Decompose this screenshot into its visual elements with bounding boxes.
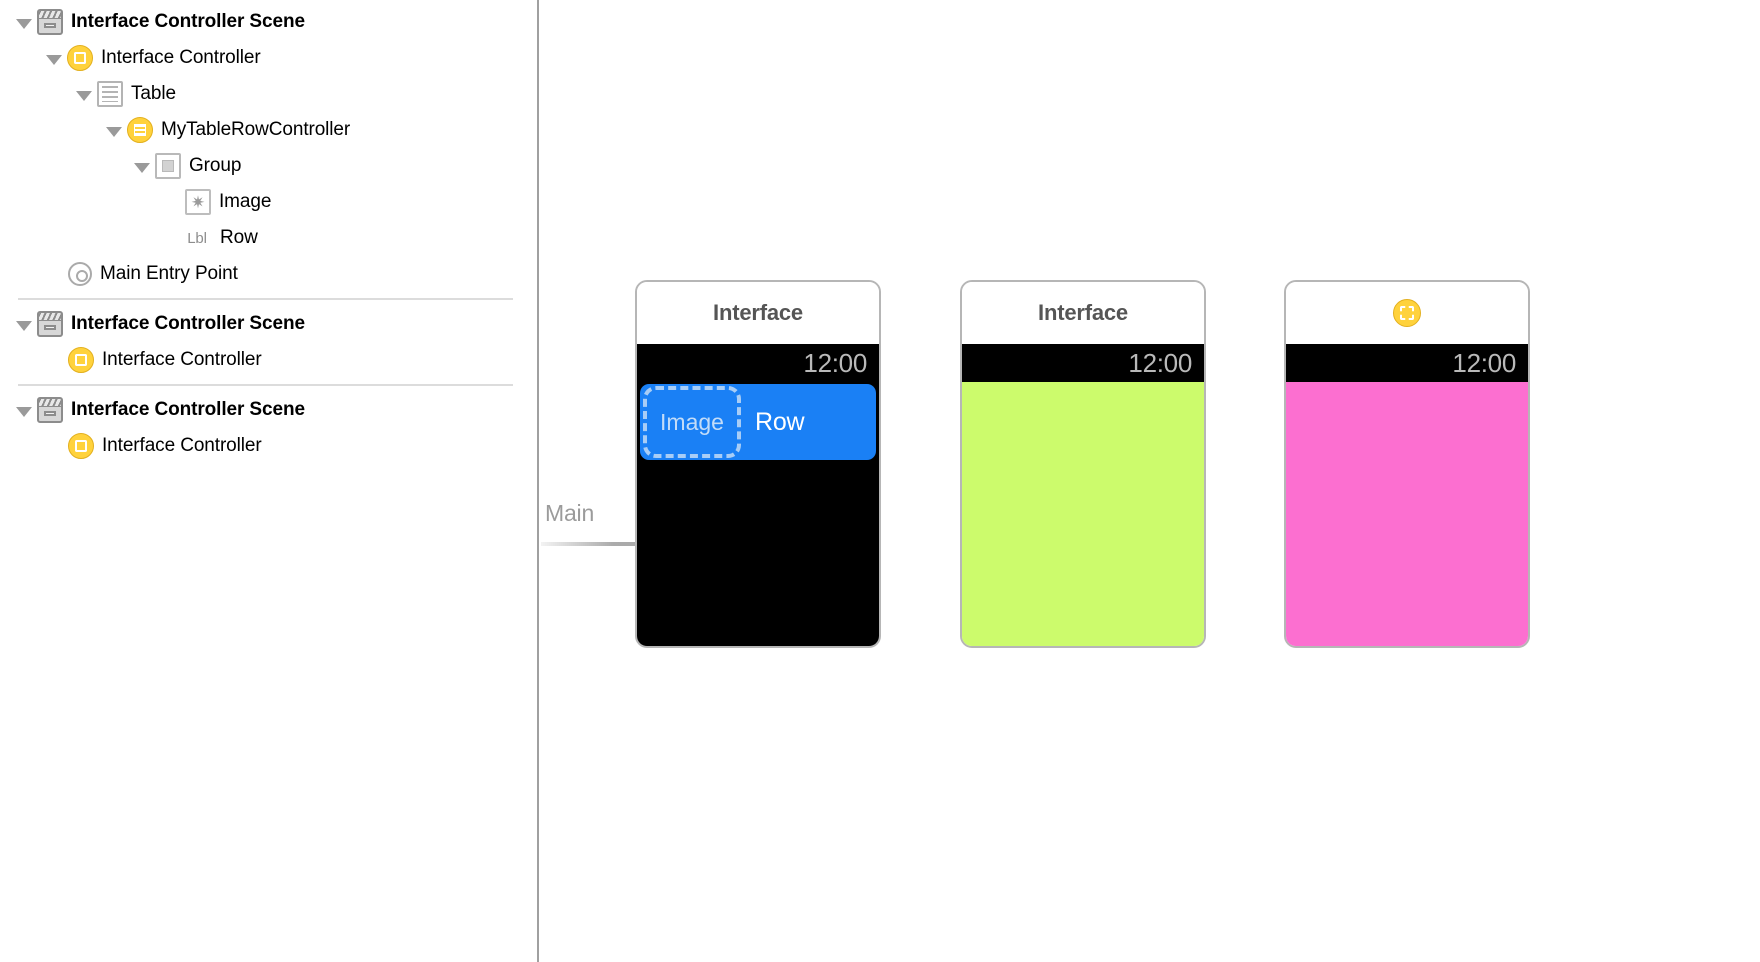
tree-row-interface-controller[interactable]: Interface Controller [0, 428, 537, 464]
tree-row-table[interactable]: Table [0, 76, 537, 112]
scene-icon [37, 311, 63, 337]
tree-row-interface-controller[interactable]: Interface Controller [0, 342, 537, 378]
device-canvas-1[interactable]: Interface 12:00 Image Row [635, 280, 881, 648]
device-title-bar: Interface [962, 282, 1204, 344]
interface-controller-icon [1393, 299, 1421, 327]
status-bar-time: 12:00 [1128, 347, 1192, 378]
device-canvas-3[interactable]: 12:00 [1284, 280, 1530, 648]
row-controller-icon [127, 117, 153, 143]
device-status-bar: 12:00 [637, 344, 879, 382]
table-row-selected[interactable]: Image Row [640, 384, 876, 460]
tree-row-interface-controller-scene[interactable]: Interface Controller Scene [0, 392, 537, 428]
tree-row-label: Main Entry Point [100, 263, 238, 284]
device-canvas-2[interactable]: Interface 12:00 [960, 280, 1206, 648]
interface-controller-icon [68, 433, 94, 459]
outline-scene-1: Interface Controller Scene Interface Con… [0, 0, 537, 292]
tree-row-label: MyTableRowController [161, 119, 351, 140]
status-bar-time: 12:00 [1452, 347, 1516, 378]
status-bar-time: 12:00 [803, 347, 867, 378]
label-badge-icon: Lbl [187, 229, 207, 247]
tree-row-label: Interface Controller [102, 435, 262, 456]
device-status-bar: 12:00 [1286, 344, 1528, 382]
tree-row-interface-controller-scene[interactable]: Interface Controller Scene [0, 306, 537, 342]
tree-row-label: Interface Controller [102, 349, 262, 370]
interface-controller-icon [68, 347, 94, 373]
device-title: Interface [1038, 300, 1128, 325]
tree-row-label: Interface Controller [101, 47, 261, 68]
tree-row-label: Image [219, 191, 272, 212]
tree-row-label: Interface Controller Scene [71, 11, 305, 32]
group-icon [155, 153, 181, 179]
device-screen[interactable] [962, 382, 1204, 646]
disclosure-triangle-icon[interactable] [14, 315, 33, 334]
device-title: Interface [713, 300, 803, 325]
image-placeholder[interactable]: Image [643, 386, 741, 458]
disclosure-triangle-icon[interactable] [14, 401, 33, 420]
storyboard-canvas[interactable]: Main Interface 12:00 Image Row Interface… [541, 0, 1760, 962]
tree-row-label: Table [131, 83, 176, 104]
xcode-storyboard-editor: Interface Controller Scene Interface Con… [0, 0, 1760, 962]
outline-scene-2: Interface Controller Scene Interface Con… [0, 300, 537, 378]
tree-row-row-label[interactable]: Lbl Row [0, 220, 537, 256]
device-title-bar: Interface [637, 282, 879, 344]
device-screen[interactable] [1286, 382, 1528, 646]
row-label: Row [755, 407, 805, 436]
disclosure-triangle-icon[interactable] [132, 157, 151, 176]
table-icon [97, 81, 123, 107]
tree-row-label: Group [189, 155, 242, 176]
device-title-bar [1286, 282, 1528, 344]
tree-row-main-entry-point[interactable]: Main Entry Point [0, 256, 537, 292]
disclosure-triangle-icon[interactable] [104, 121, 123, 140]
main-entry-point-icon [68, 262, 92, 286]
tree-row-label: Interface Controller Scene [71, 399, 305, 420]
image-icon: ✷ [185, 189, 211, 215]
device-screen[interactable]: Image Row [637, 382, 879, 646]
device-status-bar: 12:00 [962, 344, 1204, 382]
tree-row-image[interactable]: ✷ Image [0, 184, 537, 220]
tree-row-my-table-row-controller[interactable]: MyTableRowController [0, 112, 537, 148]
tree-row-interface-controller[interactable]: Interface Controller [0, 40, 537, 76]
disclosure-triangle-icon[interactable] [14, 13, 33, 32]
outline-scene-3: Interface Controller Scene Interface Con… [0, 386, 537, 464]
scene-icon [37, 9, 63, 35]
image-placeholder-label: Image [660, 408, 724, 435]
disclosure-triangle-icon[interactable] [74, 85, 93, 104]
tree-row-group[interactable]: Group [0, 148, 537, 184]
tree-row-label: Interface Controller Scene [71, 313, 305, 334]
main-arrow-label: Main [545, 500, 595, 526]
document-outline-panel: Interface Controller Scene Interface Con… [0, 0, 539, 962]
interface-controller-icon [67, 45, 93, 71]
tree-row-interface-controller-scene[interactable]: Interface Controller Scene [0, 4, 537, 40]
scene-icon [37, 397, 63, 423]
tree-row-label: Row [220, 227, 258, 248]
disclosure-triangle-icon[interactable] [44, 49, 63, 68]
